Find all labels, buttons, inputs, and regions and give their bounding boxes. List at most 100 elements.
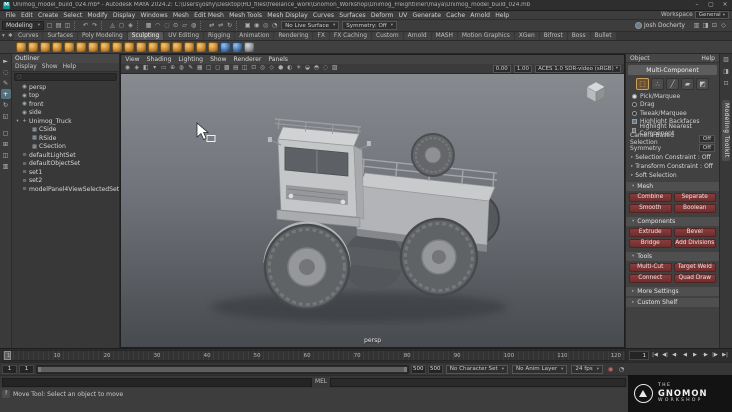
menu-item[interactable]: Create [35,12,60,19]
multi-component-button[interactable]: Multi-Component [628,65,717,75]
shelf-gear-icon[interactable]: ✱ [8,33,13,39]
range-bar-handle[interactable] [38,367,407,372]
unfreeze-brush-icon[interactable] [232,42,242,52]
transform-constraint-row[interactable]: ▸ Transform Constraint : Off [626,162,719,171]
viewport-menu-item[interactable]: Lighting [178,56,203,63]
attribute-editor-tab-icon[interactable]: ◨ [722,68,731,77]
menu-item[interactable]: Arnold [468,12,493,19]
more-settings-header[interactable]: ▸ More Settings [626,287,719,296]
smooth-brush-icon[interactable] [28,42,38,52]
anti-aliasing-icon[interactable]: ▨ [330,64,339,73]
camera-attributes-icon[interactable]: ◧ [141,64,150,73]
shelf-tab[interactable]: Surfaces [43,32,77,40]
use-all-lights-icon[interactable]: ☀ [294,64,303,73]
paint-selection-tool-icon[interactable]: ✎ [1,78,11,88]
shelf-tab[interactable]: MASH [432,32,457,40]
save-scene-icon[interactable]: ◫ [63,21,72,30]
oversampling-icon[interactable]: ◍ [177,64,186,73]
step-forward-key-button[interactable]: ·▶ [700,349,710,362]
range-track[interactable] [36,365,409,374]
snap-to-grids-icon[interactable]: ▦ [144,21,153,30]
sculpt-brush-icon[interactable] [16,42,26,52]
menu-item[interactable]: Select [61,12,85,19]
imprint-brush-icon[interactable] [124,42,134,52]
safe-action-icon[interactable]: ◫ [240,64,249,73]
shelf-tab[interactable]: Sculpting [128,32,164,40]
open-render-view-icon[interactable]: ▣ [243,21,252,30]
menu-item[interactable]: Surfaces [337,12,369,19]
textured-mode-icon[interactable]: ◐ [285,64,294,73]
menu-item[interactable]: Generate [410,12,444,19]
grid-toggle-icon[interactable]: ▦ [195,64,204,73]
menu-item[interactable]: Mesh Display [265,12,311,19]
outliner-menu-item[interactable]: Help [63,64,76,70]
input-connections-icon[interactable]: ⇄ [207,21,216,30]
knife-brush-icon[interactable] [172,42,182,52]
select-tool-icon[interactable]: ► [1,56,11,66]
freeze-brush-icon[interactable] [220,42,230,52]
shelf-tab[interactable]: FX Caching [330,32,371,40]
select-camera-icon[interactable]: ◉ [123,64,132,73]
smooth-button[interactable]: Smooth [629,204,672,213]
shelf-tab[interactable]: Rendering [274,32,312,40]
wax-brush-icon[interactable] [136,42,146,52]
shelf-tab[interactable]: Rigging [204,32,234,40]
scale-tool-icon[interactable]: ◱ [1,111,11,121]
snap-to-points-icon[interactable]: ◌ [162,21,171,30]
combine-button[interactable]: Combine [629,193,672,202]
menu-item[interactable]: UV [396,12,410,19]
shelf-tab[interactable]: Boss [568,32,590,40]
safe-title-icon[interactable]: ⊡ [249,64,258,73]
select-by-component-icon[interactable]: ◈ [126,21,135,30]
menu-item[interactable]: Windows [138,12,170,19]
mesh-section-header[interactable]: ▾ Mesh [626,182,719,191]
spray-brush-icon[interactable] [100,42,110,52]
single-pane-layout-icon[interactable]: ▢ [1,128,11,138]
fps-dropdown[interactable]: 24 fps▾ [571,365,603,374]
shelf-tab[interactable]: Arnold [404,32,431,40]
repeat-brush-icon[interactable] [112,42,122,52]
extrude-button[interactable]: Extrude [629,228,672,237]
outliner-item[interactable]: ◉ persp [12,83,119,92]
snap-to-projected-center-icon[interactable]: ⊙ [171,21,180,30]
menu-item[interactable]: Display [110,12,138,19]
live-surface-dropdown[interactable]: No Live Surface▾ [281,21,339,30]
mel-toggle[interactable]: MEL [315,379,327,385]
ipr-render-icon[interactable]: ◎ [261,21,270,30]
close-button[interactable]: × [718,0,732,10]
edge-mode-icon[interactable]: ╱ [666,78,679,90]
shelf-tab[interactable]: UV Editing [164,32,203,40]
foamy-brush-icon[interactable] [88,42,98,52]
shelf-tab[interactable]: Bullet [591,32,616,40]
minimize-button[interactable]: – [690,0,704,10]
animation-start-field[interactable]: 1 [19,365,34,374]
outliner-item[interactable]: ▾ + Unimog_Truck [12,117,119,126]
view-cube-gizmo[interactable] [584,80,608,104]
menu-item[interactable]: File [3,12,18,19]
shelf-tab[interactable]: Poly Modeling [78,32,127,40]
menu-item[interactable]: Edit [18,12,35,19]
shelf-tab[interactable]: FX [313,32,328,40]
isolate-select-icon[interactable]: ◎ [258,64,267,73]
motion-blur-icon[interactable]: ◌ [321,64,330,73]
menu-item[interactable]: Cache [444,12,468,19]
selection-mode-option[interactable]: Pick/Marquee [626,92,719,101]
play-backwards-button[interactable]: ◀ [680,349,690,362]
rotate-tool-icon[interactable]: ↻ [1,100,11,110]
viewport-menu-item[interactable]: Panels [268,56,288,63]
face-mode-icon[interactable]: ▰ [681,78,694,90]
lasso-tool-icon[interactable]: ◌ [1,67,11,77]
menu-item[interactable]: Edit Mesh [192,12,227,19]
amplify-brush-icon[interactable] [208,42,218,52]
symmetry-dropdown[interactable]: Symmetry: Off▾ [342,21,397,30]
shelf-tab[interactable]: Curves [14,32,42,40]
help-menu[interactable]: Help [701,55,715,62]
multi-component-icon[interactable]: ⬚ [636,78,649,90]
select-by-hierarchy-icon[interactable]: ◬ [108,21,117,30]
bookmarks-icon[interactable]: ▾ [150,64,159,73]
outliner-item[interactable]: ≡ defaultLightSet [12,151,119,160]
command-input[interactable] [2,378,312,387]
bevel-button[interactable]: Bevel [674,228,717,237]
viewport-menu-item[interactable]: Show [210,56,226,63]
gate-mask-icon[interactable]: ▩ [222,64,231,73]
